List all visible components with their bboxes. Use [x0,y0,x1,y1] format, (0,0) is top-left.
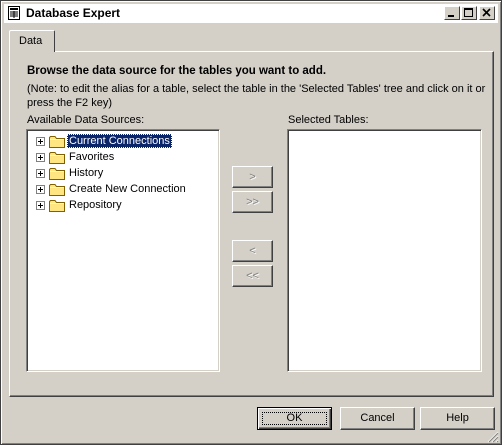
window-title: Database Expert [26,6,121,20]
tab-data[interactable]: Data [9,30,55,52]
instructions-heading: Browse the data source for the tables yo… [27,65,327,77]
tab-data-label: Data [19,35,43,47]
remove-table-button[interactable]: < [232,240,273,262]
expand-icon[interactable] [36,201,45,210]
help-button[interactable]: Help [420,407,495,430]
minimize-button[interactable] [444,6,460,20]
database-expert-app-icon [8,6,20,20]
instructions-note: (Note: to edit the alias for a table, se… [27,83,486,109]
ok-button-label: OK [286,412,303,424]
remove-all-tables-button[interactable]: << [232,265,273,287]
expand-icon[interactable] [36,153,45,162]
available-data-sources-tree[interactable]: Current Connections Favorites History Cr… [26,129,220,372]
folder-icon [49,136,65,148]
folder-icon [49,200,65,212]
ok-button[interactable]: OK [257,407,332,430]
tree-item-label: Favorites [69,151,115,163]
selected-tables-label: Selected Tables: [288,114,369,126]
expand-icon[interactable] [36,137,45,146]
expand-icon[interactable] [36,185,45,194]
tree-item-label: Current Connections [67,134,172,148]
tree-item-history[interactable]: History [33,166,213,181]
tree-item-label: History [69,167,104,179]
cancel-button[interactable]: Cancel [340,407,415,430]
add-all-tables-button[interactable]: >> [232,191,273,213]
tree-item-favorites[interactable]: Favorites [33,150,213,165]
available-data-sources-label: Available Data Sources: [27,114,145,126]
add-table-button[interactable]: > [232,166,273,188]
tree-item-current-connections[interactable]: Current Connections [33,134,213,149]
minimize-icon [448,15,454,17]
tree-item-label: Repository [69,199,122,211]
folder-icon [49,152,65,164]
selected-tables-tree[interactable] [287,129,482,372]
tree-item-label: Create New Connection [69,183,186,195]
expand-icon[interactable] [36,169,45,178]
title-bar[interactable]: Database Expert [4,4,498,23]
tree-item-repository[interactable]: Repository [33,198,213,213]
database-expert-window: Database Expert Data Browse the data sou… [0,0,502,445]
resize-grip-icon[interactable] [487,431,499,443]
tree-item-create-new-connection[interactable]: Create New Connection [33,182,213,197]
folder-icon [49,168,65,180]
maximize-icon [464,8,473,17]
maximize-button[interactable] [461,6,477,20]
close-button[interactable] [479,6,495,20]
folder-icon [49,184,65,196]
close-icon [482,8,491,17]
